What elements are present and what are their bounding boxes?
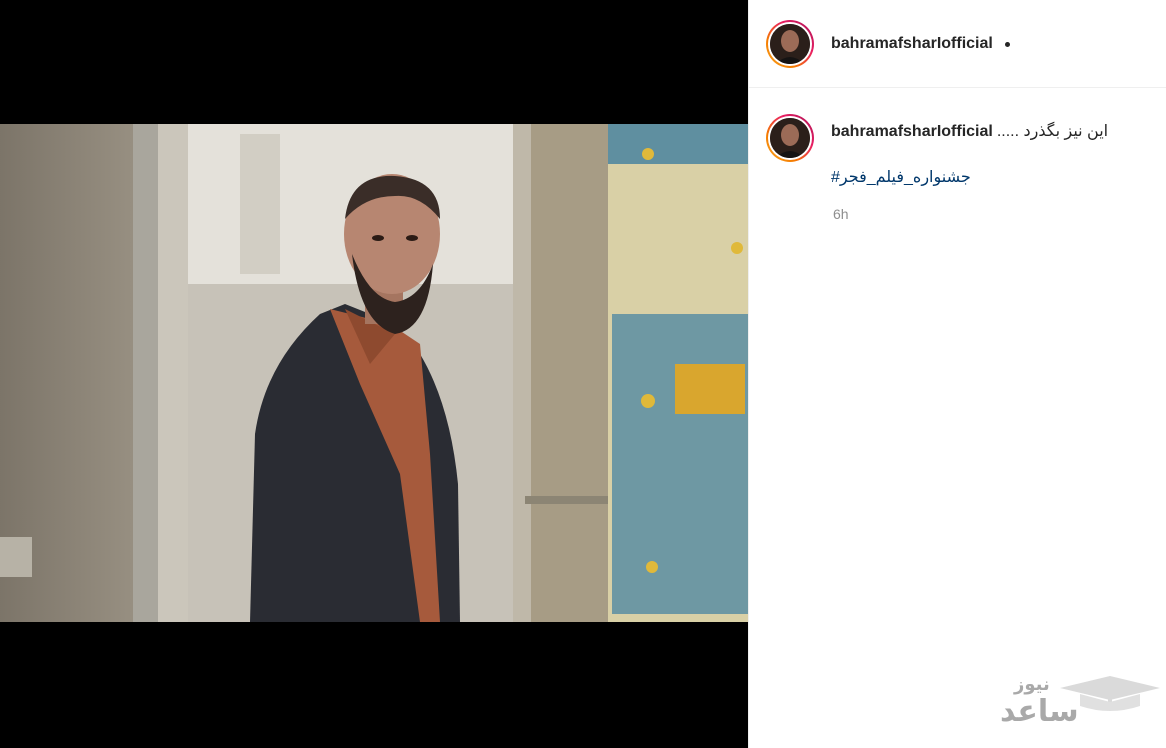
separator-dot xyxy=(1005,42,1010,47)
caption-text: ..... این نیز بگذرد xyxy=(996,123,1109,140)
watermark-main-text: ساعد xyxy=(1000,694,1079,729)
post-header: bahramafsharIofficial xyxy=(749,0,1166,88)
avatar-image xyxy=(770,24,810,64)
post-timestamp[interactable]: 6h xyxy=(833,206,849,222)
header-username-link[interactable]: bahramafsharIofficial xyxy=(831,35,993,53)
media-pane xyxy=(0,0,748,748)
post-details-pane: bahramafsharIofficial bahramafsharIoffic… xyxy=(748,0,1166,748)
caption: bahramafsharIofficial..... این نیز بگذرد xyxy=(831,122,1141,142)
caption-avatar[interactable] xyxy=(766,114,814,162)
header-avatar[interactable] xyxy=(766,20,814,68)
avatar-image xyxy=(770,118,810,158)
caption-username-link[interactable]: bahramafsharIofficial xyxy=(831,123,993,140)
watermark-sub-text: نیوز xyxy=(1014,674,1050,695)
hashtag-link[interactable]: #جشنواره_فیلم_فجر xyxy=(831,168,971,188)
post-photo[interactable] xyxy=(0,124,748,622)
